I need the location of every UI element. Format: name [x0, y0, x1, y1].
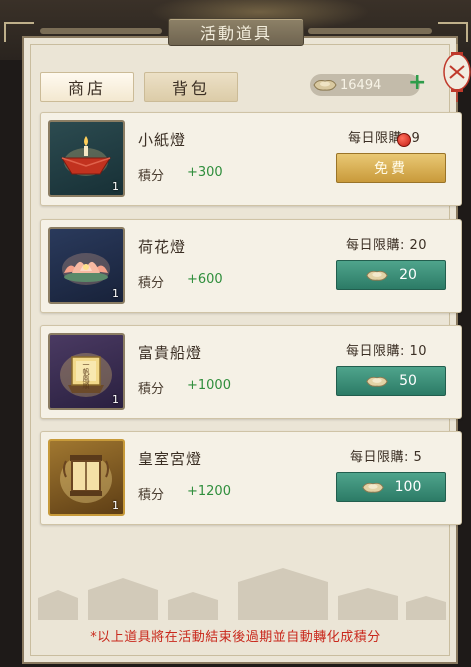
points-value: +300 — [187, 165, 223, 180]
points-label: 積分 — [138, 382, 165, 397]
points-value: +1200 — [187, 484, 231, 499]
item-count: 1 — [112, 393, 119, 406]
plus-icon[interactable]: + — [408, 72, 426, 94]
panel-title: 活動道具 — [168, 18, 304, 46]
gold-ingot-icon — [366, 376, 388, 387]
item-name: 小紙燈 — [138, 131, 187, 149]
item-count: 1 — [112, 180, 119, 193]
notification-dot — [397, 133, 411, 147]
points-label: 積分 — [138, 169, 165, 184]
buy-button[interactable]: 100 — [336, 472, 446, 502]
item-name: 荷花燈 — [138, 238, 187, 256]
buy-button[interactable]: 50 — [336, 366, 446, 396]
currency-display: 16494 — [310, 74, 420, 96]
daily-limit: 每日限購: 10 — [346, 344, 428, 359]
item-card: 1 荷花燈 積分 +600 每日限購: 20 20 — [40, 219, 462, 313]
price-label: 20 — [399, 267, 417, 283]
lantern-inscription: 一帆風順 — [82, 361, 90, 389]
points-label: 積分 — [138, 488, 165, 503]
item-card: 1 小紙燈 積分 +300 每日限購: 9 免費 — [40, 112, 462, 206]
daily-limit: 每日限購: 5 — [350, 450, 423, 465]
title-wing-right — [308, 28, 432, 34]
gold-ingot-icon — [366, 270, 388, 281]
corner-ornament-right — [438, 22, 468, 42]
points-value: +1000 — [187, 378, 231, 393]
gold-ingot-icon — [313, 80, 337, 91]
background-buildings — [38, 568, 446, 620]
item-card: 一帆風順 1 富貴船燈 積分 +1000 每日限購: 10 50 — [40, 325, 462, 419]
price-label: 100 — [394, 479, 422, 495]
gold-ingot-icon — [361, 482, 384, 493]
buy-button[interactable]: 20 — [336, 260, 446, 290]
item-count: 1 — [112, 499, 119, 512]
tab-backpack[interactable]: 背包 — [144, 72, 238, 102]
item-name: 皇室宮燈 — [138, 450, 203, 468]
paper-boat-lantern-icon: 1 — [48, 120, 125, 197]
lantern-ornament-icon — [443, 44, 471, 102]
lotus-lantern-icon: 1 — [48, 227, 125, 304]
title-wing-left — [40, 28, 162, 34]
tab-shop[interactable]: 商店 — [40, 72, 134, 102]
item-name: 富貴船燈 — [138, 344, 203, 362]
palace-lantern-icon: 1 — [48, 439, 125, 516]
daily-limit: 每日限購: 20 — [346, 238, 428, 253]
button-label: 免費 — [374, 161, 408, 177]
points-value: +600 — [187, 272, 223, 287]
price-label: 50 — [399, 373, 417, 389]
free-claim-button[interactable]: 免費 — [336, 153, 446, 183]
boat-lantern-icon: 一帆風順 1 — [48, 333, 125, 410]
item-card: 1 皇室宮燈 積分 +1200 每日限購: 5 100 — [40, 431, 462, 525]
corner-ornament-left — [4, 22, 34, 42]
currency-amount: 16494 — [340, 77, 382, 93]
points-label: 積分 — [138, 276, 165, 291]
expiry-notice: *以上道具將在活動結束後過期並自動轉化成積分 — [90, 630, 381, 645]
item-count: 1 — [112, 287, 119, 300]
